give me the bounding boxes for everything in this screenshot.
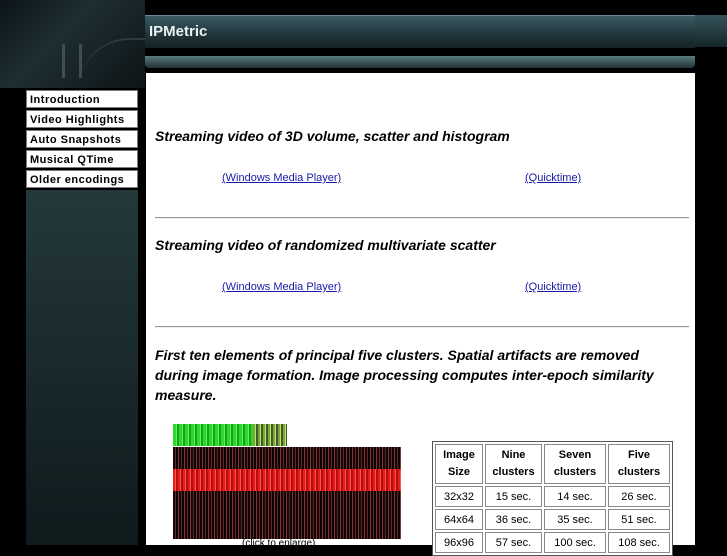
header-line: Size: [447, 466, 470, 478]
table-row: 32x32 15 sec. 14 sec. 26 sec.: [435, 486, 670, 507]
logo-curve-graphic: [78, 38, 148, 90]
header-line: Five: [627, 449, 650, 461]
table-header-row: Image Size Nine clusters Seven clusters Fiv…: [435, 444, 670, 484]
table-cell: 14 sec.: [544, 486, 606, 507]
header-sub-bar: [145, 56, 695, 68]
sidebar-background: [26, 190, 138, 545]
link-quicktime-1[interactable]: (Quicktime): [525, 172, 581, 184]
cluster-image[interactable]: [173, 447, 401, 539]
cluster-image-fade: [253, 424, 287, 446]
header-line: Seven: [558, 449, 592, 461]
clusters-description: First ten elements of principal five clu…: [155, 347, 654, 403]
title-bar: IPMetric: [145, 15, 695, 48]
link-windows-media-player-2[interactable]: (Windows Media Player): [222, 281, 341, 293]
nav-item-introduction[interactable]: Introduction: [26, 90, 138, 108]
link-windows-media-player-1[interactable]: (Windows Media Player): [222, 172, 341, 184]
logo-bars-graphic: [62, 44, 82, 78]
table-cell: 108 sec.: [608, 532, 670, 553]
header-logo-graphic: [0, 0, 148, 90]
column-header-five-clusters: Five clusters: [608, 444, 670, 484]
table-cell: 26 sec.: [608, 486, 670, 507]
site-title: IPMetric: [149, 23, 208, 40]
table-cell: 35 sec.: [544, 509, 606, 530]
table-cell: 32x32: [435, 486, 483, 507]
sidebar-nav: Introduction Video Highlights Auto Snaps…: [26, 90, 138, 190]
nav-item-video-highlights[interactable]: Video Highlights: [26, 110, 138, 128]
table-cell: 100 sec.: [544, 532, 606, 553]
header-line: clusters: [553, 466, 597, 478]
table-row: 96x96 57 sec. 100 sec. 108 sec.: [435, 532, 670, 553]
table-cell: 57 sec.: [485, 532, 542, 553]
nav-item-auto-snapshots[interactable]: Auto Snapshots: [26, 130, 138, 148]
table-row: 64x64 36 sec. 35 sec. 51 sec.: [435, 509, 670, 530]
table-cell: 96x96: [435, 532, 483, 553]
section-title-multivariate-scatter: Streaming video of randomized multivaria…: [155, 237, 496, 253]
column-header-nine-clusters: Nine clusters: [485, 444, 542, 484]
header-line: clusters: [492, 466, 535, 478]
header-line: Image: [443, 449, 475, 461]
header-line: Nine: [501, 449, 526, 461]
table-cell: 36 sec.: [485, 509, 542, 530]
table-cell: 15 sec.: [485, 486, 542, 507]
link-quicktime-2[interactable]: (Quicktime): [525, 281, 581, 293]
divider: [155, 326, 689, 328]
table-cell: 64x64: [435, 509, 483, 530]
column-header-image-size: Image Size: [435, 444, 483, 484]
table-cell: 51 sec.: [608, 509, 670, 530]
cluster-image-green-strip[interactable]: [173, 424, 287, 446]
main-content: Streaming video of 3D volume, scatter an…: [146, 73, 695, 556]
divider: [155, 217, 689, 219]
column-header-seven-clusters: Seven clusters: [544, 444, 606, 484]
cluster-image-red-band: [173, 469, 401, 491]
nav-item-older-encodings[interactable]: Older encodings: [26, 170, 138, 188]
header-line: clusters: [617, 466, 661, 478]
timing-table: Image Size Nine clusters Seven clusters Fiv…: [432, 441, 673, 556]
nav-item-musical-qtime[interactable]: Musical QTime: [26, 150, 138, 168]
section-title-3d-volume: Streaming video of 3D volume, scatter an…: [155, 128, 510, 144]
image-caption[interactable]: (click to enlarge): [242, 538, 315, 549]
title-bar-endcap: [695, 15, 727, 47]
